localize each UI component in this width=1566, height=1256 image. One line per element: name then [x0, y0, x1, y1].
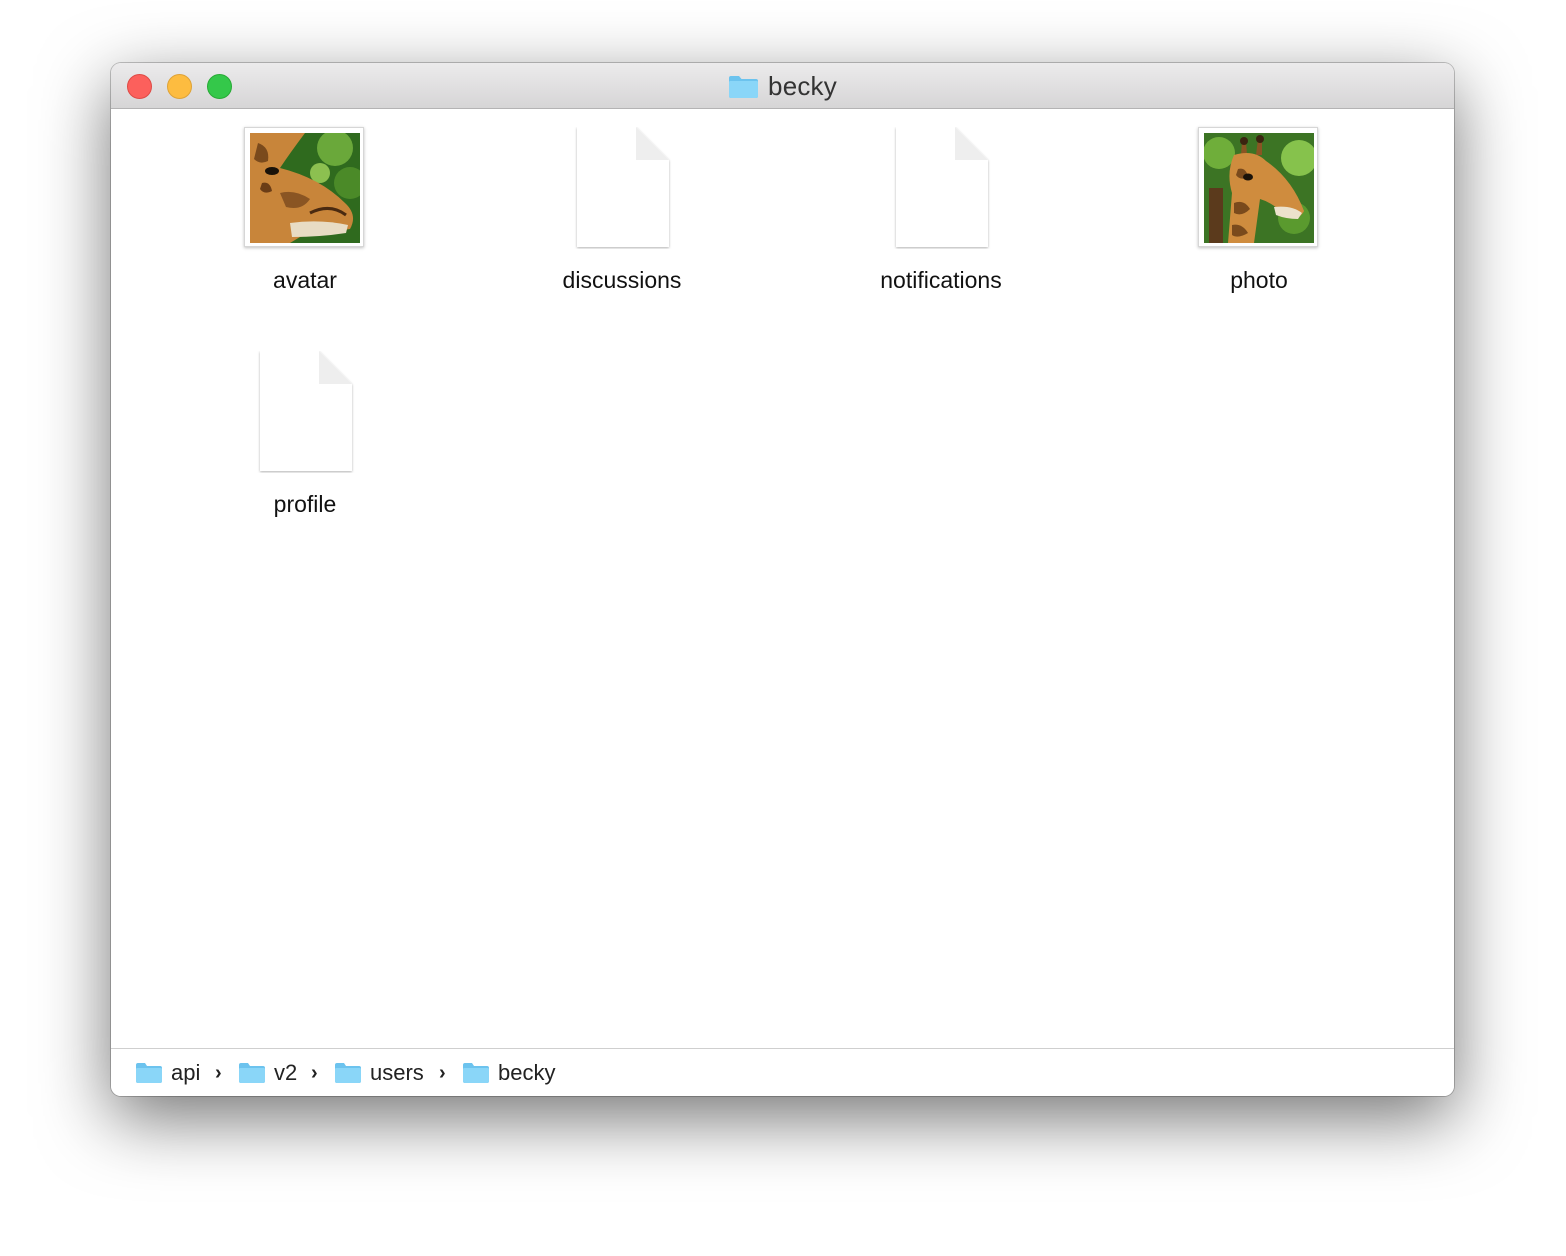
document-icon [561, 127, 683, 249]
file-item-profile[interactable]: profile [195, 333, 415, 533]
path-segment-users[interactable]: users [334, 1049, 424, 1096]
file-item-avatar[interactable]: avatar [195, 109, 415, 309]
file-name: profile [273, 491, 337, 517]
folder-icon [238, 1062, 266, 1084]
document-icon [880, 127, 1002, 249]
title-bar[interactable]: becky [111, 63, 1454, 109]
path-separator: › [439, 1062, 446, 1084]
path-segment-label: v2 [274, 1060, 298, 1085]
file-item-notifications[interactable]: notifications [831, 109, 1051, 309]
path-segment-label: users [370, 1060, 424, 1085]
file-grid: avatar discussions notifications photo p… [111, 109, 1454, 1048]
finder-window: becky avatar discussions notifications p… [111, 63, 1454, 1096]
path-segment-label: api [171, 1060, 201, 1085]
path-separator: › [311, 1062, 318, 1084]
window-title-label: becky [768, 70, 837, 101]
folder-icon [728, 74, 759, 99]
folder-icon [462, 1062, 490, 1084]
path-segment-becky[interactable]: becky [462, 1049, 555, 1096]
path-separator: › [215, 1062, 222, 1084]
window-title: becky [111, 63, 1454, 109]
folder-icon [135, 1062, 163, 1084]
file-name: avatar [273, 267, 337, 293]
file-item-photo[interactable]: photo [1149, 109, 1369, 309]
file-name: notifications [880, 267, 1002, 293]
document-icon [244, 351, 366, 473]
path-segment-v2[interactable]: v2 [238, 1049, 297, 1096]
folder-icon [334, 1062, 362, 1084]
file-name: discussions [562, 267, 682, 293]
path-segment-label: becky [498, 1060, 556, 1085]
file-name: photo [1230, 267, 1288, 293]
path-segment-api[interactable]: api [135, 1049, 200, 1096]
image-thumbnail-icon [1198, 127, 1320, 249]
path-bar: api › v2 › users › becky [111, 1048, 1454, 1096]
file-item-discussions[interactable]: discussions [512, 109, 732, 309]
image-thumbnail-icon [244, 127, 366, 249]
